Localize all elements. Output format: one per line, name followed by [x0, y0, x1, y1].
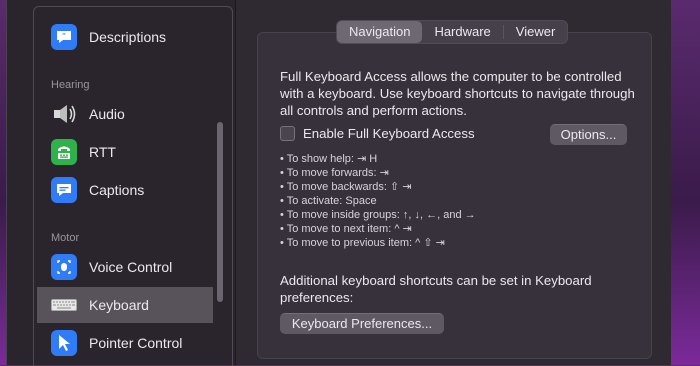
- sidebar-item-descriptions[interactable]: ” Descriptions: [37, 19, 213, 55]
- full-keyboard-access-description: Full Keyboard Access allows the computer…: [280, 69, 635, 118]
- sidebar-item-label: Captions: [89, 182, 145, 198]
- sidebar-item-voice-control[interactable]: Voice Control: [37, 249, 213, 285]
- voice-control-icon: [51, 254, 77, 280]
- sidebar-item-label: RTT: [89, 144, 116, 160]
- sidebar-section-motor: Motor: [51, 232, 80, 244]
- sidebar-item-captions[interactable]: Captions: [37, 172, 213, 208]
- list-item: To move to previous item: ^ ⇧ ⇥: [280, 236, 476, 250]
- shortcut-list: To show help: ⇥ H To move forwards: ⇥ To…: [280, 152, 476, 250]
- svg-text:”: ”: [62, 32, 66, 41]
- tab-bar: Navigation Hardware Viewer: [336, 20, 569, 44]
- sidebar-item-keyboard[interactable]: Keyboard: [37, 287, 213, 323]
- checkbox-label: Enable Full Keyboard Access: [303, 126, 475, 141]
- keyboard-preferences-button[interactable]: Keyboard Preferences...: [280, 313, 444, 334]
- sidebar-item-audio[interactable]: Audio: [37, 96, 213, 132]
- teletype-icon: [51, 139, 77, 165]
- list-item: To move forwards: ⇥: [280, 166, 476, 180]
- sidebar-item-label: Keyboard: [89, 297, 149, 313]
- sidebar-scrollbar[interactable]: [217, 122, 223, 302]
- list-item: To move backwards: ⇧ ⇥: [280, 180, 476, 194]
- list-item: To move to next item: ^ ⇥: [280, 222, 476, 236]
- tab-navigation[interactable]: Navigation: [337, 21, 423, 43]
- keyboard-icon: [51, 292, 77, 318]
- sidebar: ” Descriptions Hearing Audio RTT Caption…: [7, 0, 236, 366]
- list-item: To activate: Space: [280, 194, 476, 208]
- list-item: To show help: ⇥ H: [280, 152, 476, 166]
- sidebar-item-pointer-control[interactable]: Pointer Control: [37, 325, 213, 361]
- sidebar-item-label: Descriptions: [89, 29, 167, 45]
- tab-hardware[interactable]: Hardware: [422, 21, 502, 43]
- list-item: To move inside groups: ↑, ↓, ←, and →: [280, 208, 476, 222]
- additional-shortcuts-text: Additional keyboard shortcuts can be set…: [280, 273, 592, 305]
- options-button[interactable]: Options...: [550, 124, 627, 145]
- speaker-icon: [51, 101, 77, 127]
- sidebar-item-rtt[interactable]: RTT: [37, 134, 213, 170]
- enable-full-keyboard-access-checkbox[interactable]: [280, 126, 295, 141]
- sidebar-section-hearing: Hearing: [51, 79, 90, 91]
- pointer-icon: [51, 330, 77, 356]
- captions-icon: [51, 177, 77, 203]
- sidebar-item-label: Pointer Control: [89, 335, 183, 351]
- sidebar-item-label: Voice Control: [89, 259, 173, 275]
- tab-viewer[interactable]: Viewer: [504, 21, 568, 43]
- enable-full-keyboard-access-row[interactable]: Enable Full Keyboard Access: [280, 126, 475, 141]
- speech-bubble-icon: ”: [51, 24, 77, 50]
- sidebar-item-label: Audio: [89, 106, 125, 122]
